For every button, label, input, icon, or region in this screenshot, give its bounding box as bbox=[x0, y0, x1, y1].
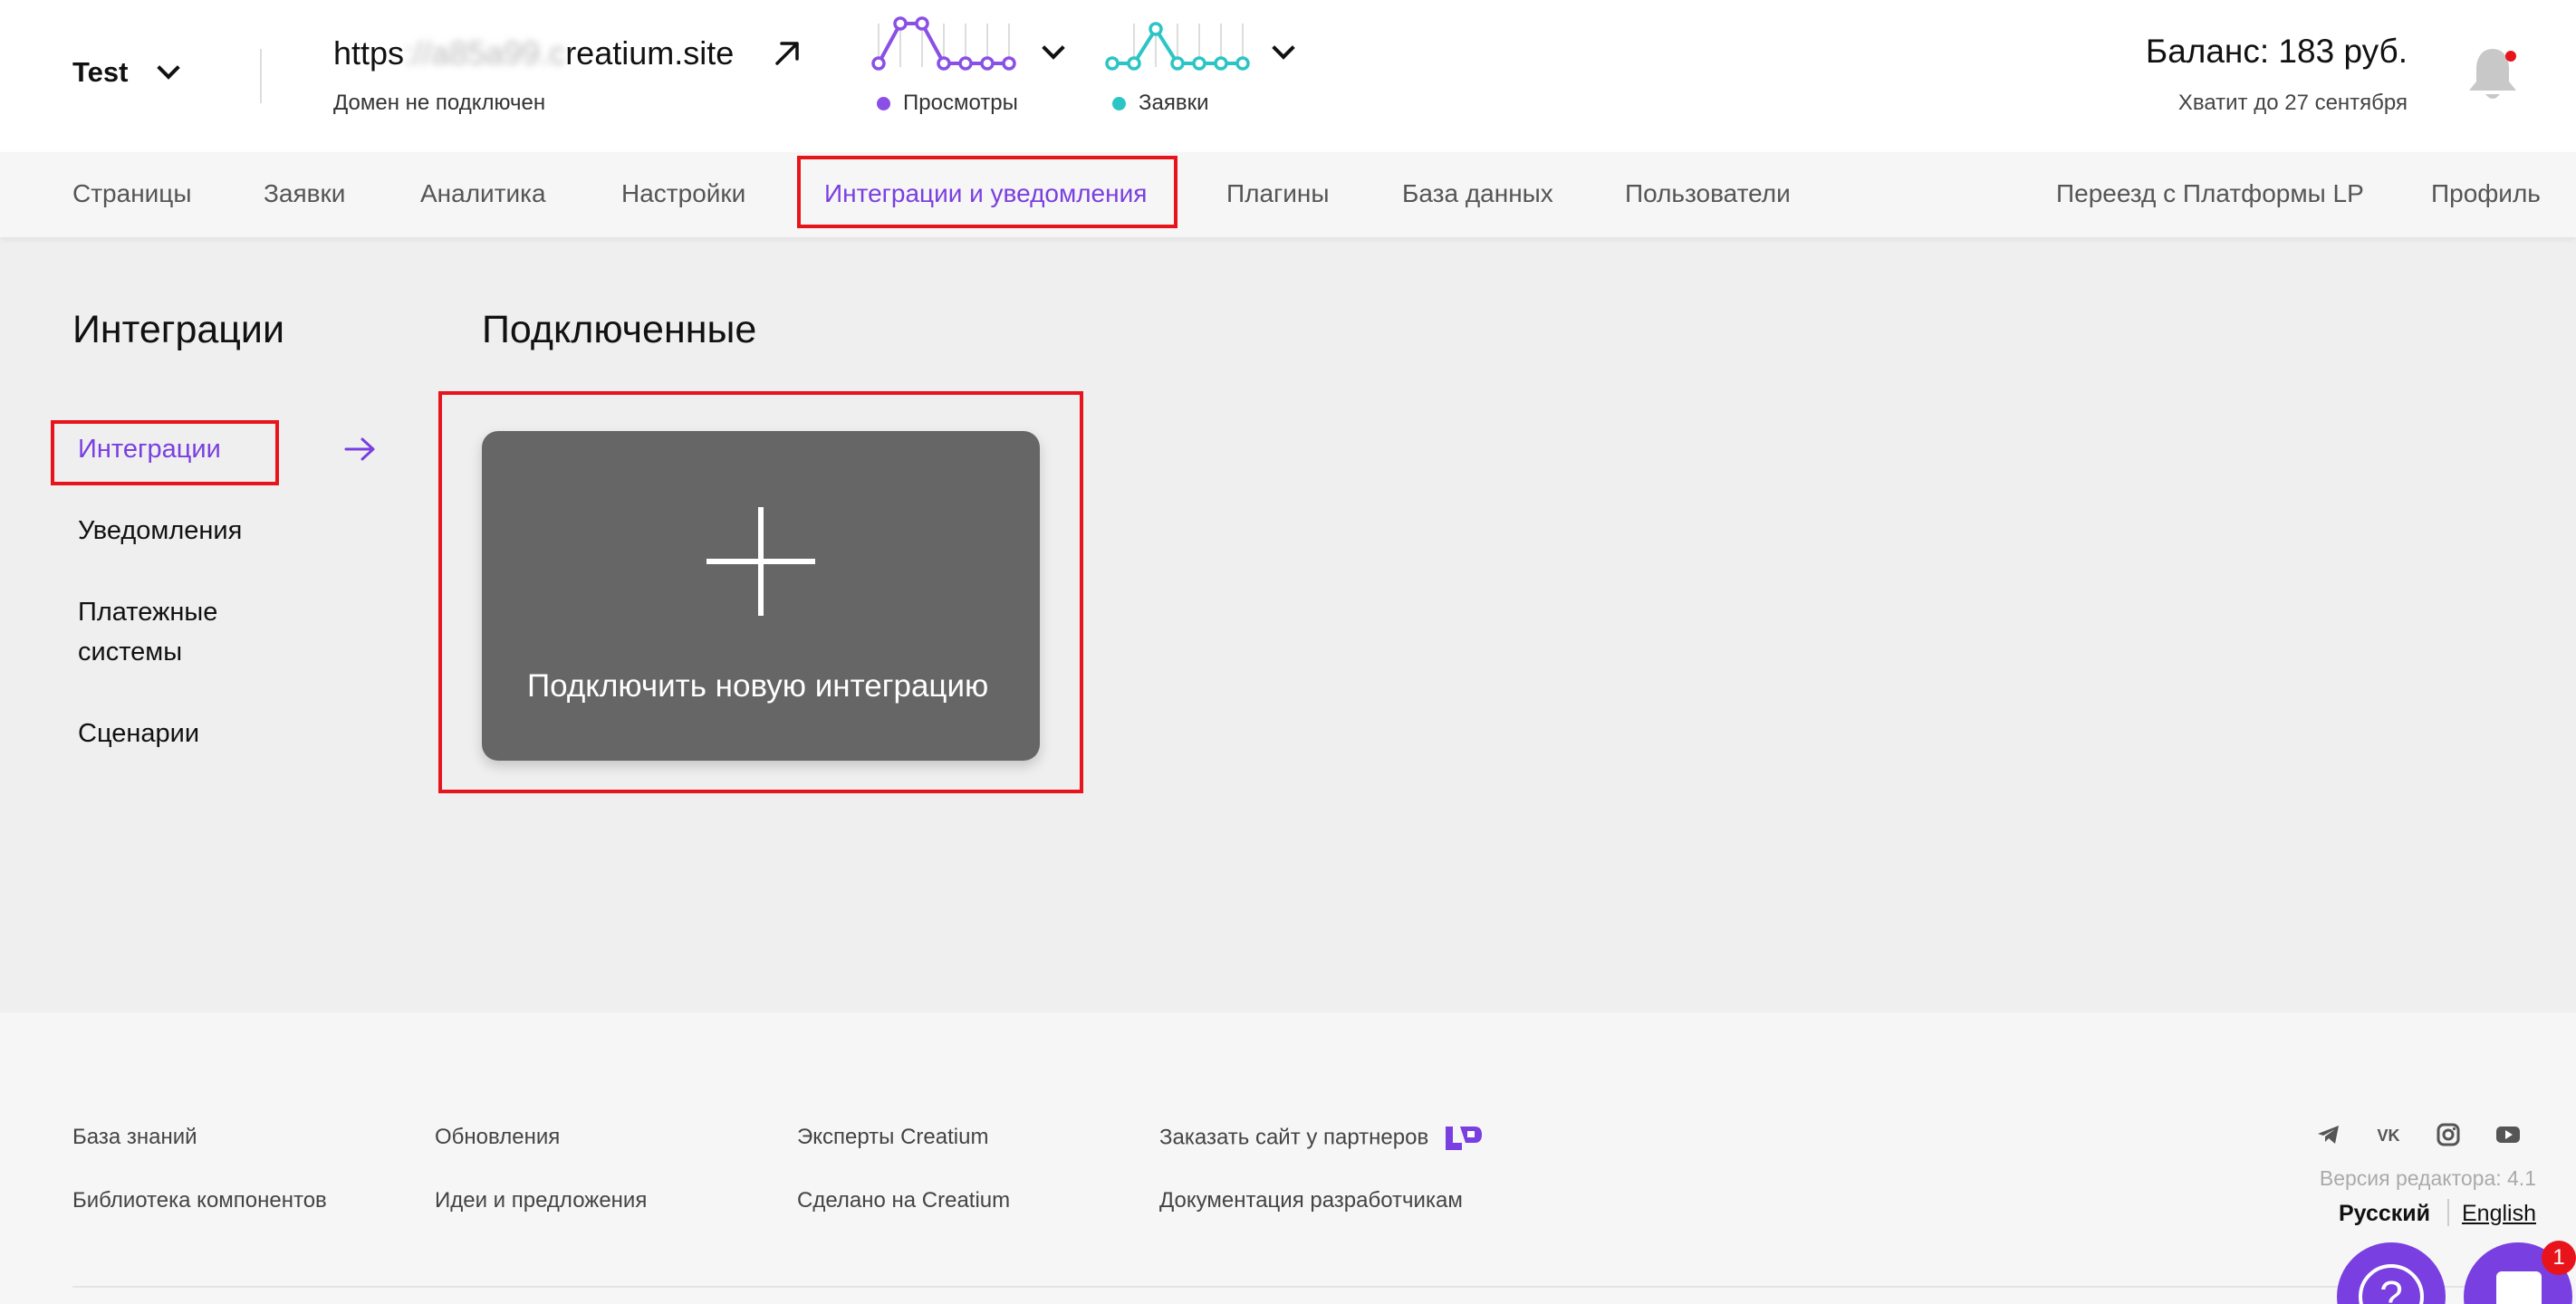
leads-sparkline[interactable] bbox=[1096, 16, 1259, 76]
balance-note: Хватит до 27 сентября bbox=[2177, 91, 2408, 115]
lp-logo-icon bbox=[1445, 1127, 1482, 1150]
footer bbox=[0, 1012, 2576, 1304]
sidebar-title: Интеграции bbox=[72, 308, 284, 351]
question-icon: ? bbox=[2359, 1264, 2424, 1304]
sidebar-item-notifications[interactable]: Уведомления bbox=[78, 511, 242, 551]
lang-divider bbox=[2447, 1199, 2449, 1226]
vk-icon[interactable]: VK bbox=[2375, 1121, 2402, 1148]
top-header: Test https://a85a99.c reatium.site Домен … bbox=[0, 0, 2576, 152]
domain-status: Домен не подключен bbox=[333, 91, 546, 115]
balance[interactable]: Баланс: 183 руб. bbox=[2146, 33, 2408, 71]
external-link-icon[interactable] bbox=[772, 38, 803, 69]
nav-plugins[interactable]: Плагины bbox=[1226, 179, 1329, 208]
footer-order-site: Заказать сайт у партнеров bbox=[1159, 1125, 1429, 1150]
bell-icon[interactable] bbox=[2465, 43, 2520, 103]
instagram-icon[interactable] bbox=[2435, 1121, 2462, 1148]
add-integration-card[interactable]: Подключить новую интеграцию bbox=[482, 431, 1040, 761]
footer-updates[interactable]: Обновления bbox=[435, 1125, 560, 1150]
chevron-down-icon bbox=[157, 56, 181, 80]
footer-ideas[interactable]: Идеи и предложения bbox=[435, 1188, 647, 1213]
domain-prefix: https bbox=[333, 34, 405, 72]
views-sparkline[interactable] bbox=[868, 16, 1031, 76]
footer-knowledge-base[interactable]: База знаний bbox=[72, 1125, 197, 1150]
leads-dot bbox=[1112, 96, 1126, 110]
nav-analytics[interactable]: Аналитика bbox=[420, 179, 546, 208]
lang-english[interactable]: English bbox=[2462, 1201, 2536, 1227]
nav-migration[interactable]: Переезд с Платформы LP bbox=[2056, 179, 2364, 208]
footer-component-library[interactable]: Библиотека компонентов bbox=[72, 1188, 327, 1213]
domain-blurred: ://a85a99.c bbox=[404, 34, 566, 72]
chat-badge: 1 bbox=[2542, 1241, 2576, 1275]
footer-divider bbox=[72, 1286, 2536, 1288]
sidebar-item-payments[interactable]: Платежные системы bbox=[78, 592, 217, 672]
views-legend: Просмотры bbox=[877, 91, 1018, 116]
youtube-icon[interactable] bbox=[2494, 1121, 2522, 1148]
nav-settings[interactable]: Настройки bbox=[621, 179, 745, 208]
project-name: Test bbox=[72, 56, 129, 88]
chat-icon bbox=[2496, 1271, 2542, 1304]
views-dot bbox=[877, 96, 890, 110]
arrow-right-icon bbox=[344, 437, 375, 461]
leads-label: Заявки bbox=[1139, 91, 1209, 115]
nav-pages[interactable]: Страницы bbox=[72, 179, 191, 208]
footer-experts[interactable]: Эксперты Creatium bbox=[797, 1125, 988, 1150]
nav-users[interactable]: Пользователи bbox=[1625, 179, 1791, 208]
nav-integrations[interactable]: Интеграции и уведомления bbox=[824, 179, 1147, 208]
leads-chevron-down-icon[interactable] bbox=[1272, 36, 1295, 60]
footer-made-on[interactable]: Сделано на Creatium bbox=[797, 1188, 1010, 1213]
nav-database[interactable]: База данных bbox=[1402, 179, 1553, 208]
footer-dev-docs[interactable]: Документация разработчикам bbox=[1159, 1188, 1463, 1213]
plus-icon bbox=[758, 507, 764, 616]
project-selector[interactable]: Test bbox=[72, 56, 181, 89]
sidebar-item-integrations[interactable]: Интеграции bbox=[78, 429, 221, 469]
domain-link[interactable]: https://a85a99.c reatium.site bbox=[333, 34, 734, 72]
footer-order-site-link[interactable]: Заказать сайт у партнеров bbox=[1159, 1125, 1482, 1152]
telegram-icon[interactable] bbox=[2315, 1121, 2342, 1148]
add-integration-label: Подключить новую интеграцию bbox=[527, 668, 989, 704]
sidebar-item-scenarios[interactable]: Сценарии bbox=[78, 714, 199, 753]
lang-russian[interactable]: Русский bbox=[2339, 1201, 2430, 1227]
nav-leads[interactable]: Заявки bbox=[264, 179, 345, 208]
views-label: Просмотры bbox=[903, 91, 1018, 115]
editor-version: Версия редактора: 4.1 bbox=[2319, 1166, 2536, 1190]
page-title: Подключенные bbox=[482, 308, 757, 351]
svg-text:VK: VK bbox=[2377, 1127, 2399, 1145]
nav-profile[interactable]: Профиль bbox=[2431, 179, 2541, 208]
header-divider bbox=[260, 49, 262, 103]
leads-legend: Заявки bbox=[1112, 91, 1209, 116]
main-nav: Страницы Заявки Аналитика Настройки Инте… bbox=[0, 152, 2576, 237]
views-chevron-down-icon[interactable] bbox=[1042, 36, 1065, 60]
domain-suffix: reatium.site bbox=[565, 34, 735, 72]
